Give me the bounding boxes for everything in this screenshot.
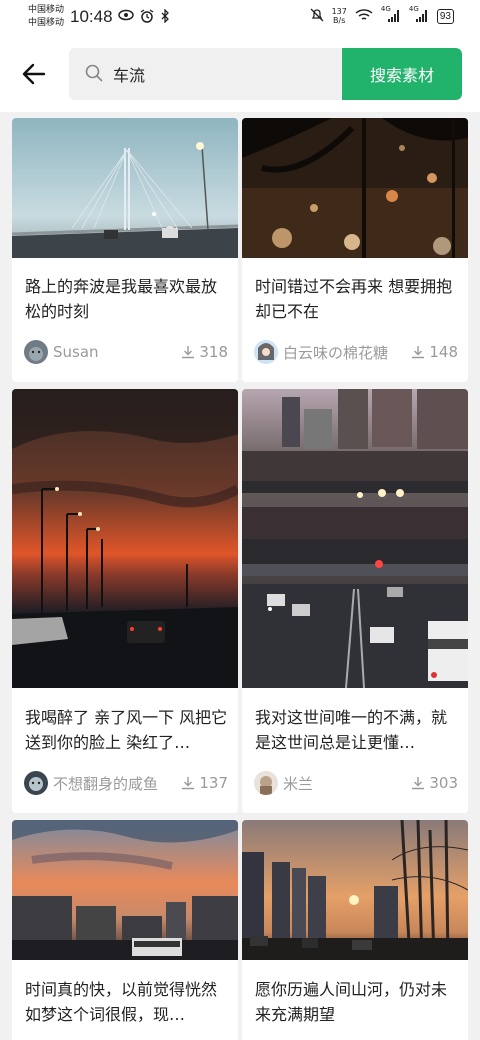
card-meta: 白云味の棉花糖 148 [254,339,458,365]
back-button[interactable] [16,56,52,92]
card-title: 时间真的快，以前觉得恍然如梦这个词很假，现… [25,980,218,1024]
card-thumbnail[interactable] [242,820,468,960]
download-icon [412,346,425,359]
download-icon [412,777,425,790]
material-card[interactable]: 时间错过不会再来 想要拥抱却已不在 白云味の棉花糖 148 [242,118,468,382]
card-author[interactable]: Susan [53,343,181,361]
download-count: 303 [411,774,458,792]
material-card[interactable]: 我对这世间唯一的不满，就是这世间总是让更懂… 米兰 303 [242,389,468,813]
alarm-icon [140,9,154,27]
download-icon [182,777,195,790]
material-card[interactable]: 时间真的快，以前觉得恍然如梦这个词很假，现… [12,820,238,1040]
card-thumbnail[interactable] [242,118,468,258]
download-count: 137 [181,774,228,792]
card-meta: Susan 318 [24,339,228,365]
search-button[interactable]: 搜索素材 [342,48,462,100]
material-card[interactable]: 我喝醉了 亲了风一下 风把它送到你的脸上 染红了… 不想翻身的咸鱼 137 [12,389,238,813]
status-icons-right: 137 B/s 4G 4G 93 [310,5,454,25]
status-bar: 中国移动 中国移动 10:48 137 B/s 4G 4G 93 [0,0,480,36]
avatar[interactable] [254,340,278,364]
bluetooth-icon [160,8,170,27]
battery-indicator: 93 [436,8,454,24]
material-card[interactable]: 路上的奔波是我最喜欢最放松的时刻 Susan 318 [12,118,238,382]
card-author[interactable]: 米兰 [283,773,411,794]
card-thumbnail[interactable] [12,389,238,688]
watermark: 手机鼠 SHOUJISHU.COM [379,996,460,1032]
search-input[interactable]: 车流 [113,62,145,86]
signal-1-icon: 4G [381,5,401,23]
net-speed: 137 B/s [331,7,347,25]
clock: 10:48 [70,7,113,26]
carrier-1: 中国移动 [28,5,65,15]
card-author[interactable]: 白云味の棉花糖 [283,342,411,363]
card-meta: 米兰 303 [254,770,458,796]
card-thumbnail[interactable] [12,820,238,960]
avatar[interactable] [254,771,278,795]
card-title: 时间错过不会再来 想要拥抱却已不在 [255,277,453,321]
back-arrow-icon [22,63,46,85]
download-icon [182,346,195,359]
signal-2-icon: 4G [409,5,429,23]
card-title: 我对这世间唯一的不满，就是这世间总是让更懂… [255,708,448,752]
card-author[interactable]: 不想翻身的咸鱼 [53,773,181,794]
wifi-icon [355,8,373,25]
download-count: 318 [181,343,228,361]
status-icons-left [118,8,170,27]
mute-icon [310,8,324,25]
avatar[interactable] [24,340,48,364]
carrier-labels: 中国移动 中国移动 [28,4,64,30]
card-meta: 不想翻身的咸鱼 137 [24,770,228,796]
card-title: 我喝醉了 亲了风一下 风把它送到你的脸上 染红了… [25,708,228,752]
eye-icon [118,9,134,27]
download-count: 148 [411,343,458,361]
search-icon [85,64,103,86]
card-thumbnail[interactable] [242,389,468,688]
search-box[interactable]: 车流 搜索素材 [69,48,462,100]
top-bar: 车流 搜索素材 [0,36,480,112]
avatar[interactable] [24,771,48,795]
carrier-2: 中国移动 [28,18,65,28]
card-title: 路上的奔波是我最喜欢最放松的时刻 [25,277,218,321]
card-thumbnail[interactable] [12,118,238,258]
